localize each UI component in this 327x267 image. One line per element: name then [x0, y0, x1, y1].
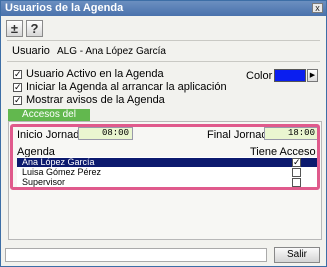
status-bar: [5, 248, 267, 262]
color-label: Color: [246, 70, 273, 82]
title-bar: Usuarios de la Agenda x: [1, 1, 326, 16]
start-on-launch-label: Iniciar la Agenda al arrancar la aplicac…: [26, 81, 227, 93]
divider: [7, 40, 320, 41]
show-alerts-label: Mostrar avisos de la Agenda: [26, 94, 165, 106]
help-button[interactable]: ?: [26, 20, 43, 37]
exit-button[interactable]: Salir: [274, 247, 320, 263]
user-label: Usuario: [12, 45, 50, 57]
window-title: Usuarios de la Agenda: [5, 2, 124, 14]
user-value: ALG - Ana López García: [57, 46, 166, 57]
start-on-launch-checkbox[interactable]: [13, 81, 22, 93]
close-icon[interactable]: x: [312, 3, 323, 13]
tab-user-access[interactable]: Accesos del Usuario: [8, 109, 90, 132]
active-checkbox[interactable]: [13, 68, 22, 80]
highlight-frame: [10, 124, 320, 190]
active-label: Usuario Activo en la Agenda: [26, 68, 164, 80]
color-picker-icon[interactable]: ▶: [307, 69, 318, 82]
add-button[interactable]: ±: [6, 20, 23, 37]
users-window: Usuarios de la Agenda x ± ? Usuario ALG …: [0, 0, 327, 267]
divider: [7, 61, 320, 62]
show-alerts-checkbox[interactable]: [13, 94, 22, 106]
color-swatch[interactable]: [274, 69, 306, 82]
